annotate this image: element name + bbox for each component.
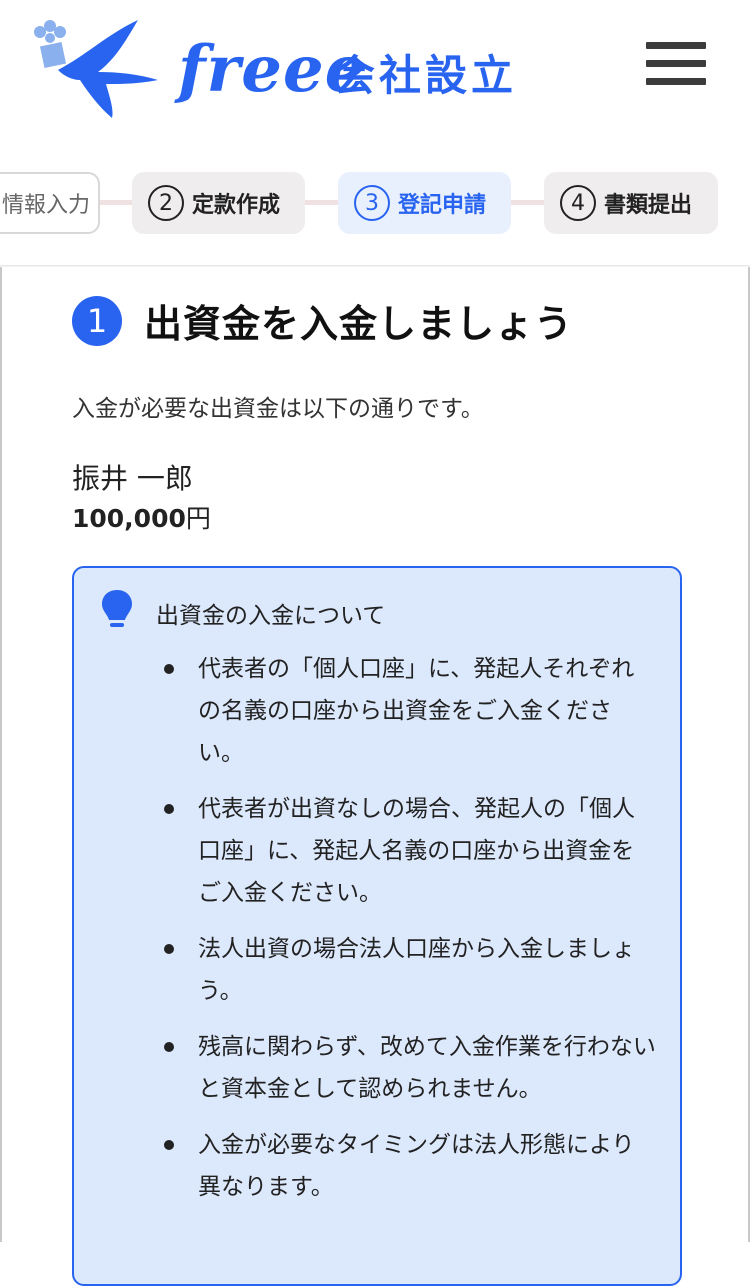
amount-unit: 円 [185,504,211,533]
swallow-logo-icon [34,20,158,118]
progress-stepper: 情報入力 2 定款作成 3 登記申請 4 書類提出 [0,140,750,266]
content-card: 1 出資金を入金しましょう 入金が必要な出資金は以下の通りです。 振井 一郎 1… [0,267,750,1286]
list-item: 法人出資の場合法人口座から入金しましょう。 [156,928,656,1012]
step-label: 登記申請 [398,193,487,218]
step-1-info-input[interactable]: 情報入力 [0,172,100,234]
step-3-registration[interactable]: 3 登記申請 [338,172,511,234]
list-item: 入金が必要なタイミングは法人形態により異なります。 [156,1124,656,1208]
section-title: 出資金を入金しましょう [144,302,574,346]
info-title: 出資金の入金について [156,603,386,629]
step-number: 3 [354,185,390,221]
menu-button[interactable] [640,36,712,92]
step-number: 2 [148,185,184,221]
payer-amount: 100,000円 [72,499,211,535]
list-item: 代表者が出資なしの場合、発起人の「個人口座」に、発起人名義の口座から出資金をご入… [156,788,656,914]
list-item: 残高に関わらず、改めて入金作業を行わないと資本金として認められません。 [156,1026,656,1110]
step-label: 情報入力 [2,193,91,218]
info-box: 出資金の入金について 代表者の「個人口座」に、発起人それぞれの名義の口座から出資… [72,566,682,1286]
section-heading: 1 出資金を入金しましょう [72,293,573,348]
step-label: 書類提出 [604,193,693,218]
step-4-submit-documents[interactable]: 4 書類提出 [544,172,718,234]
logo-subtitle: 会社設立 [333,51,518,100]
step-label: 定款作成 [192,193,281,218]
section-intro: 入金が必要な出資金は以下の通りです。 [72,396,484,422]
amount-value: 100,000 [72,504,186,533]
freee-logo[interactable]: freee 会社設立 [28,14,528,124]
step-number: 4 [560,185,596,221]
info-list: 代表者の「個人口座」に、発起人それぞれの名義の口座から出資金をご入金ください。 … [156,648,656,1222]
section-number-badge: 1 [72,295,122,346]
app-header: freee 会社設立 [0,0,750,140]
step-2-articles[interactable]: 2 定款作成 [132,172,305,234]
payer-name: 振井 一郎 [72,462,193,495]
list-item: 代表者の「個人口座」に、発起人それぞれの名義の口座から出資金をご入金ください。 [156,648,656,774]
lightbulb-icon [102,590,132,627]
